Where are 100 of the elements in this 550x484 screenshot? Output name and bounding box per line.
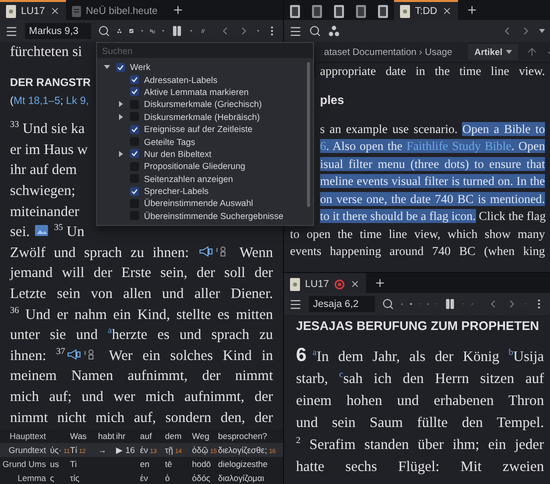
search-icon[interactable] [382,298,394,310]
filter-option[interactable]: Geteilte Tags [144,136,196,147]
text-line: mich auf; und wer mich aufnimmt, der [10,388,273,407]
view-dropdown[interactable]: Artikel [468,44,518,60]
link[interactable]: a [108,327,112,344]
selected-text: meline events visual filter is turned on. In the [320,174,545,188]
caret-icon[interactable] [506,50,512,54]
text-line: hatte sechs Flügel: Mit zweien [296,458,544,477]
checkbox[interactable] [130,149,139,158]
expand-down-icon[interactable] [104,64,110,70]
text-line: appropriate date in the time line view. [319,63,545,80]
filter-option[interactable]: Propositionale Gliederung [144,161,246,172]
media-icon[interactable] [35,225,48,236]
text-line: starb, $^{c}$sah ich den Herrn sitzen auf [296,368,544,389]
menu-icon[interactable] [289,298,302,310]
tab-icon[interactable] [290,4,300,18]
tab[interactable]: LU17 [284,273,366,293]
close-icon[interactable] [50,6,60,16]
text-line: jemand will der Erste sein, der soll der [10,264,273,284]
expand-right-icon[interactable] [118,101,124,108]
expand-right-icon[interactable] [118,150,124,157]
text-line: to open the time line view, which show many [290,226,545,243]
linked-indicator[interactable] [334,278,345,290]
selected-text: Open a Bible to [462,122,545,136]
filter-option[interactable]: Sprecher-Labels [144,186,209,196]
selected-text: . Open [511,139,545,153]
text-line: 6 $^{a}$In dem Jahr, als der König $^{b}$Usija [296,345,544,368]
text-line: miteinander [10,202,80,222]
text-line: $^{2}$ Serafim standen über ihm; ein jeder [296,434,544,455]
close-icon[interactable] [350,279,360,289]
filter-option[interactable]: Ereignisse auf der Zeitleiste [144,124,253,134]
text-line: einem hohen und erhabenen Thron [296,392,544,411]
selected-text: isual filter menu (three dots) to ensure that [320,156,545,170]
caret-icon[interactable] [539,29,545,33]
tab[interactable]: NeÜ bibel.heute [66,0,164,20]
menu-icon[interactable] [289,24,302,38]
columns-icon[interactable] [171,25,184,37]
tab[interactable]: LU17 [0,0,66,20]
section-heading: ples [319,92,344,108]
filter-option[interactable]: Adressaten-Labels [144,74,218,85]
link[interactable]: b [508,349,514,365]
text-line: (Mt 18,1–5; Lk 9, [10,94,89,109]
filter-option[interactable]: Werk [130,62,150,72]
book-icon [290,278,300,290]
checkbox[interactable] [130,186,139,196]
selected-text: . Also open the [326,139,406,153]
filter-option[interactable]: Diskursmerkmale (Griechisch) [144,99,262,110]
filter-option[interactable]: Diskursmerkmale (Hebräisch) [144,112,260,122]
breadcrumb[interactable]: ataset Documentation › Usage [324,46,452,58]
columns-icon[interactable] [444,298,456,310]
link[interactable]: c [339,371,344,387]
close-icon[interactable] [442,6,452,16]
text-line: ihnen: $^{37}$ Wer ein solches Kind in [10,346,273,366]
checkbox[interactable] [116,62,125,72]
menu-icon[interactable] [5,24,18,38]
link[interactable]: a [312,349,317,365]
tab-icon[interactable] [312,4,322,18]
text-line: Letzte sein von allen und aller Diener. [10,284,273,304]
search-field[interactable]: Suchen [97,43,313,58]
link[interactable]: Lk 9, [66,94,89,107]
search-icon[interactable] [98,25,110,37]
cluster-icon[interactable] [328,25,340,37]
document-icon [72,6,81,16]
selected-text: on verse one, the date 740 BC is mentioned. [320,192,545,206]
scrollbar[interactable] [307,62,310,207]
filter-option[interactable]: Aktive Lemmata markieren [144,86,249,97]
text-line: $^{33}$ Und sie ka [10,119,85,140]
reference-field[interactable]: Jesaja 6,2 [309,296,375,312]
tab[interactable]: T:DD [394,0,458,20]
text-line: $^{36}$ Und er nahm ein Kind, stellte es mitten [10,304,273,325]
text-line: Zwölf und sprach zu ihnen: Wenn [10,244,273,263]
selected-text: to it there should be a flag icon. [320,209,476,223]
filter-option[interactable]: Übereinstimmende Suchergebnisse [144,210,284,221]
text-line: er im Haus w [10,140,88,160]
up-icon[interactable] [526,46,538,58]
filter-option[interactable]: Seitenzahlen anzeigen [144,174,234,184]
checkbox[interactable] [130,75,139,84]
reference-field[interactable]: Markus 9,3 [25,23,91,39]
tab-icon[interactable] [334,4,344,18]
section-heading: DER RANGSTR [10,76,91,91]
checkbox[interactable] [130,87,139,96]
filter-option[interactable]: Nur den Bibeltext [144,148,212,159]
search-icon[interactable] [309,25,321,37]
link[interactable]: Mt 18,1–5 [14,94,60,107]
filter-option[interactable]: Übereinstimmende Auswahl [144,198,254,208]
book-icon [6,4,16,18]
text-line: sei. $^{35}$ Un [10,222,84,242]
text-line: schwiegen; [10,182,76,201]
expand-right-icon[interactable] [118,114,124,120]
interlinear-row[interactable]: Grund Ums us Ti en tē hodō dielogizesthe [0,457,283,471]
section-heading: JESAJAS BERUFUNG ZUM PROPHETEN [296,318,540,335]
text-line: events happening around 740 BC (when king [290,243,545,260]
tab-icon[interactable] [378,4,388,18]
tab-icon[interactable] [356,4,366,18]
interlinear-row[interactable]: Haupttext Was habt ihr auf dem Weg besprochen? [0,429,283,443]
text-line: ihr auf dem [10,161,77,180]
text-line: meinem Namen aufnimmt, der nimmt [10,367,273,386]
book-icon [400,4,410,18]
interlinear-row[interactable]: Lemma ς τίς ἐν ὁ ὁδός διαλογίζομαι [0,471,283,484]
checkbox[interactable] [130,124,139,134]
